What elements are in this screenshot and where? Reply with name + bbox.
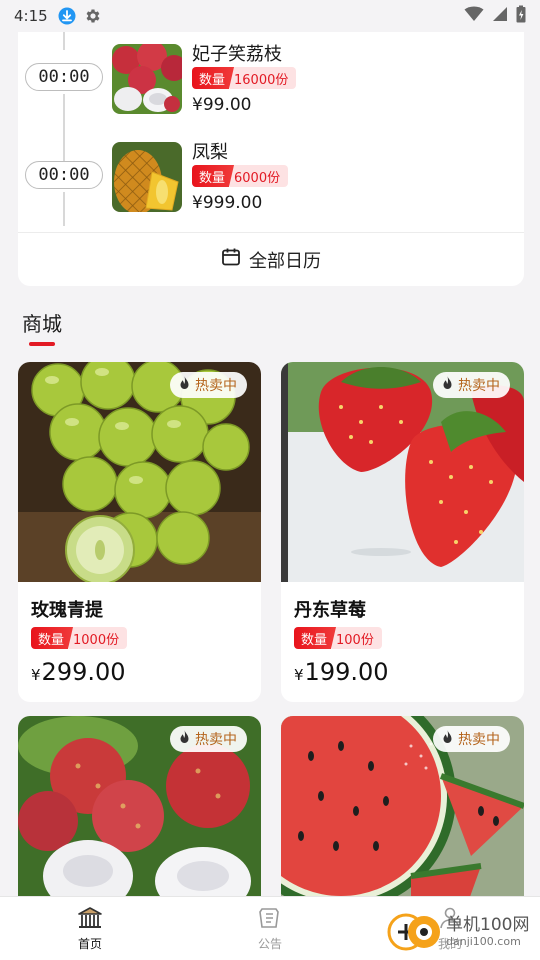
quantity-value: 100份 (332, 627, 382, 649)
status-time: 4:15 (14, 7, 48, 25)
schedule-time: 00:00 (25, 63, 103, 91)
hot-sale-label: 热卖中 (458, 378, 500, 394)
schedule-time: 00:00 (25, 161, 103, 189)
price-amount: 299.00 (41, 658, 126, 686)
lychee-thumbnail (112, 44, 182, 114)
quantity-label: 数量 (192, 67, 235, 89)
quantity-value: 16000份 (230, 67, 297, 89)
hot-sale-badge: 热卖中 (433, 372, 510, 398)
quantity-label: 数量 (31, 627, 74, 649)
download-icon (58, 7, 76, 25)
watermark-domain: danji100.com (446, 935, 521, 948)
section-title-underline (29, 342, 55, 346)
flame-icon (178, 729, 191, 749)
product-card[interactable]: 热卖中 (18, 716, 261, 916)
watermark-name: 单机100网 (446, 915, 530, 935)
flame-icon (441, 729, 454, 749)
product-card[interactable]: 热卖中 玫瑰青提 数量 1000份 ¥ 299.00 (18, 362, 261, 702)
battery-charging-icon (516, 5, 526, 27)
price-amount: 199.00 (304, 658, 389, 686)
quantity-badge: 数量 6000份 (192, 165, 289, 187)
all-calendar-button[interactable]: 全部日历 (18, 232, 524, 286)
nav-announcement-label: 公告 (257, 936, 282, 951)
nav-item-home[interactable]: 首页 (0, 897, 180, 960)
settings-gear-icon (84, 7, 102, 25)
all-calendar-label: 全部日历 (249, 250, 321, 272)
price-currency: ¥ (31, 666, 41, 684)
price-currency: ¥ (294, 666, 304, 684)
schedule-price: ¥99.00 (192, 95, 252, 115)
schedule-product-name: 凤梨 (192, 142, 228, 163)
quantity-badge: 数量 1000份 (31, 627, 128, 649)
hot-sale-label: 热卖中 (195, 378, 237, 394)
schedule-item[interactable]: 00:00 凤梨 数量 6000份 ¥999.00 (18, 142, 524, 222)
schedule-item[interactable]: 00:00 妃子笑荔枝 数量 16000份 ¥99.00 (18, 44, 524, 124)
schedule-price: ¥999.00 (192, 193, 263, 213)
hot-sale-badge: 热卖中 (433, 726, 510, 752)
calendar-icon (221, 247, 241, 272)
hot-sale-label: 热卖中 (195, 732, 237, 748)
site-watermark: 单机100网 danji100.com (386, 904, 540, 960)
schedule-card: 00:00 妃子笑荔枝 数量 16000份 ¥99.00 00:00 凤梨 数量… (18, 28, 524, 286)
hot-sale-label: 热卖中 (458, 732, 500, 748)
flame-icon (441, 375, 454, 395)
strawberries-image: 热卖中 (281, 362, 524, 582)
schedule-product-name: 妃子笑荔枝 (192, 44, 282, 65)
home-icon (77, 906, 103, 933)
watermark-logo-icon (386, 908, 442, 956)
product-price: ¥ 299.00 (31, 658, 126, 686)
quantity-label: 数量 (192, 165, 235, 187)
quantity-badge: 数量 16000份 (192, 67, 297, 89)
announcement-icon (257, 906, 283, 933)
quantity-value: 1000份 (69, 627, 128, 649)
status-bar: 4:15 (0, 0, 540, 32)
product-price: ¥ 199.00 (294, 658, 389, 686)
lychee-image: 热卖中 (18, 716, 261, 916)
green-grapes-image: 热卖中 (18, 362, 261, 582)
product-card[interactable]: 热卖中 丹东草莓 数量 100份 ¥ 199.00 (281, 362, 524, 702)
quantity-badge: 数量 100份 (294, 627, 382, 649)
product-name: 玫瑰青提 (31, 600, 103, 621)
hot-sale-badge: 热卖中 (170, 726, 247, 752)
section-title-mall: 商城 (22, 312, 62, 336)
nav-item-announcement[interactable]: 公告 (180, 897, 360, 960)
watermelon-image: 热卖中 (281, 716, 524, 916)
quantity-value: 6000份 (230, 165, 289, 187)
product-name: 丹东草莓 (294, 600, 366, 621)
nav-home-label: 首页 (77, 936, 102, 951)
hot-sale-badge: 热卖中 (170, 372, 247, 398)
product-card[interactable]: 热卖中 (281, 716, 524, 916)
flame-icon (178, 375, 191, 395)
quantity-label: 数量 (294, 627, 337, 649)
cellular-signal-icon (492, 6, 508, 26)
wifi-icon (464, 6, 484, 26)
pineapple-thumbnail (112, 142, 182, 212)
